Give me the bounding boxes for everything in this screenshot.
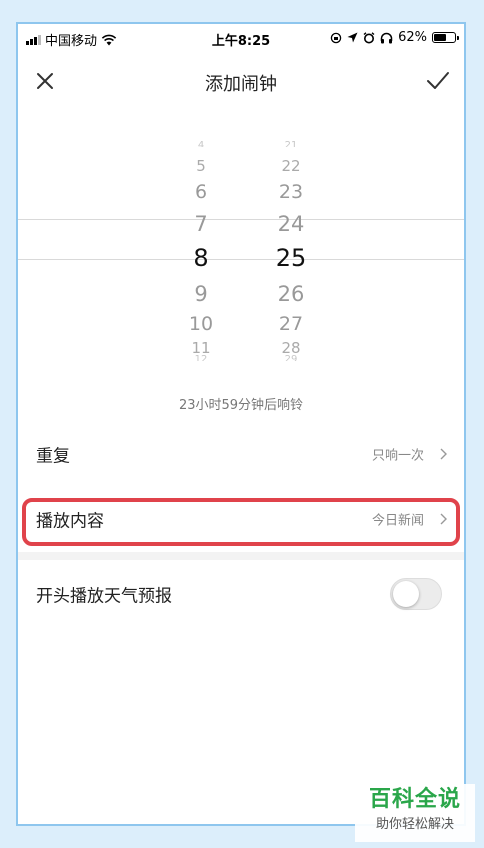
picker-selection-bottom-line — [18, 259, 464, 260]
weather-toggle[interactable] — [390, 578, 442, 610]
picker-selection-top-line — [18, 219, 464, 220]
hour-option[interactable]: 10 — [171, 315, 231, 334]
headphones-icon — [380, 32, 393, 43]
hour-option[interactable]: 7 — [171, 214, 231, 235]
weather-row: 开头播放天气预报 — [18, 564, 464, 624]
hour-option[interactable]: 6 — [171, 183, 231, 202]
time-picker[interactable]: 4 5 6 7 8 9 10 11 12 21 22 23 24 25 26 27 28 29 — [18, 119, 464, 379]
repeat-label: 重复 — [36, 446, 70, 467]
hour-option[interactable]: 8 — [171, 246, 231, 270]
minute-option[interactable]: 23 — [261, 183, 321, 202]
status-bar: 中国移动 上午8:25 62% — [18, 24, 464, 52]
countdown-text: 23小时59分钟后响铃 — [178, 398, 304, 413]
minute-option[interactable]: 27 — [261, 315, 321, 334]
minute-option[interactable]: 26 — [261, 284, 321, 305]
section-divider — [18, 552, 464, 560]
minute-option[interactable]: 25 — [261, 246, 321, 270]
toggle-knob — [393, 581, 419, 607]
hour-option[interactable]: 11 — [171, 341, 231, 356]
phone-screen: 中国移动 上午8:25 62% 添加闹钟 4 5 6 7 8 9 10 11 1… — [16, 22, 466, 826]
watermark-title: 百科全说 — [368, 787, 461, 812]
rotation-lock-icon — [330, 32, 342, 43]
battery-icon — [432, 32, 459, 43]
status-right: 62% — [330, 30, 459, 45]
minute-option[interactable]: 22 — [261, 159, 321, 174]
page-title: 添加闹钟 — [205, 74, 277, 95]
minute-option[interactable]: 24 — [261, 214, 321, 235]
check-icon[interactable] — [424, 68, 452, 94]
chevron-right-icon — [440, 448, 447, 460]
nav-bar: 添加闹钟 — [18, 60, 464, 104]
alarm-icon — [363, 31, 375, 43]
highlight-box — [22, 498, 460, 546]
repeat-row[interactable]: 重复 只响一次 — [18, 424, 464, 484]
minute-option[interactable]: 21 — [261, 141, 321, 147]
location-icon — [347, 32, 358, 43]
minute-option[interactable]: 29 — [261, 355, 321, 361]
watermark-logo: 百科全说 助你轻松解决 — [355, 784, 475, 842]
watermark-subtitle: 助你轻松解决 — [375, 817, 454, 832]
battery-percent: 62% — [398, 30, 427, 45]
hour-option[interactable]: 9 — [171, 284, 231, 305]
hour-option[interactable]: 5 — [171, 159, 231, 174]
weather-label: 开头播放天气预报 — [36, 586, 172, 607]
repeat-value: 只响一次 — [371, 448, 424, 464]
hour-option[interactable]: 4 — [171, 141, 231, 147]
minute-option[interactable]: 28 — [261, 341, 321, 356]
hour-option[interactable]: 12 — [171, 355, 231, 361]
